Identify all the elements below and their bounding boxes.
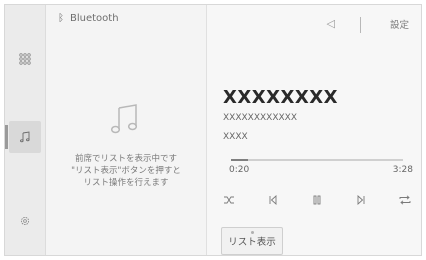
pause-button[interactable] <box>303 191 331 209</box>
list-panel: ᛒ Bluetooth 前席でリストを表示中です "リスト表示"ボタンを押すと … <box>46 5 207 255</box>
elapsed-time: 0:20 <box>229 165 250 175</box>
setup-button[interactable]: 設定 <box>390 17 409 31</box>
divider <box>360 17 361 33</box>
track-artist: XXXXXXXXXXXX <box>223 113 297 123</box>
top-bar: ◁ 設定 <box>207 5 421 45</box>
next-track-icon <box>357 195 365 205</box>
track-album: XXXX <box>223 132 248 142</box>
repeat-icon <box>399 195 411 205</box>
list-message-line: "リスト表示"ボタンを押すと <box>71 166 181 176</box>
track-title: XXXXXXXX <box>223 87 339 108</box>
list-message: 前席でリストを表示中です "リスト表示"ボタンを押すと リスト操作を行えます <box>46 153 206 189</box>
music-icon <box>20 131 30 143</box>
music-note-icon <box>110 104 138 134</box>
list-message-line: 前席でリストを表示中です <box>74 154 177 164</box>
indicator-dot <box>250 231 254 234</box>
previous-track-button[interactable] <box>259 191 287 209</box>
list-message-line: リスト操作を行えます <box>83 178 169 188</box>
now-playing-panel: ◁ 設定 XXXXXXXX XXXXXXXXXXXX XXXX 0:20 3:2… <box>207 5 421 255</box>
progress-bar-fill <box>231 159 249 161</box>
settings-gear-icon <box>20 216 30 226</box>
list-view-button-label: リスト表示 <box>228 237 276 248</box>
sidebar <box>5 5 46 255</box>
volume-icon[interactable]: ◁ <box>327 17 335 30</box>
grid-icon <box>19 53 31 65</box>
previous-track-icon <box>269 195 277 205</box>
pause-icon <box>313 195 321 205</box>
source-name: Bluetooth <box>70 13 119 24</box>
list-view-button[interactable]: リスト表示 <box>221 227 283 255</box>
source-label: ᛒ Bluetooth <box>58 13 119 24</box>
repeat-button[interactable] <box>391 191 419 209</box>
settings-button[interactable] <box>9 205 41 237</box>
audio-button[interactable] <box>5 121 41 153</box>
grid-menu-button[interactable] <box>9 43 41 75</box>
shuffle-icon <box>224 196 234 204</box>
next-track-button[interactable] <box>347 191 375 209</box>
audio-screen: ᛒ Bluetooth 前席でリストを表示中です "リスト表示"ボタンを押すと … <box>4 4 422 256</box>
progress-bar[interactable] <box>231 159 403 161</box>
shuffle-button[interactable] <box>215 191 243 209</box>
playback-controls <box>215 191 421 211</box>
total-time: 3:28 <box>392 165 413 175</box>
bluetooth-icon: ᛒ <box>58 13 64 24</box>
